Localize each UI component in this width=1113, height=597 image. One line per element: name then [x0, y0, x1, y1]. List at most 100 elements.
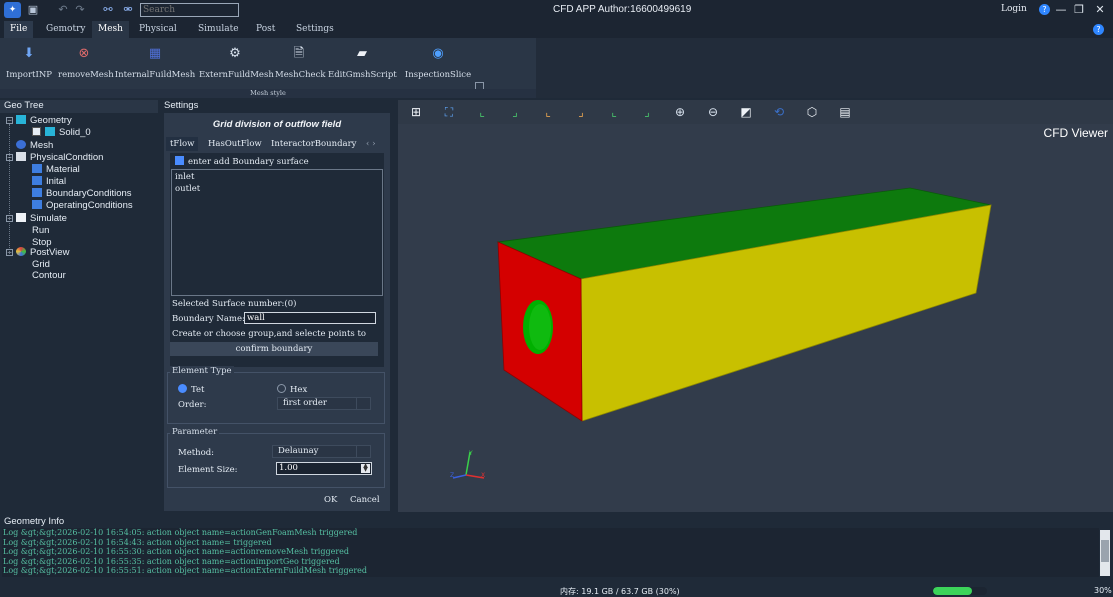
log-line: Log &gt;&gt;2026-02-10 16:55:30: action … [3, 547, 349, 556]
boundary-name-input[interactable]: wall [244, 312, 376, 324]
tree-item-grid[interactable]: Grid [32, 259, 50, 270]
redo-icon[interactable]: ↷ [73, 3, 87, 17]
tab-outflow[interactable]: tFlow [166, 137, 199, 151]
svg-text:X: X [481, 472, 485, 479]
surface-list[interactable]: inlet outlet [171, 169, 383, 296]
collapse-icon[interactable]: − [6, 154, 13, 161]
import-inp-button[interactable]: ⬇ ImportINP [6, 42, 52, 86]
hex-radio[interactable]: Hex [277, 384, 307, 395]
group-title: Element Type [170, 366, 234, 376]
log-scrollbar[interactable] [1100, 530, 1110, 576]
checkbox-checked-icon [32, 127, 41, 136]
search-input[interactable] [140, 3, 239, 17]
group-title: Parameter [170, 427, 220, 437]
internal-fluid-mesh-button[interactable]: ▦ InternalFuildMesh [114, 42, 196, 86]
tree-item-run[interactable]: Run [32, 225, 49, 236]
save-icon[interactable]: ▣ [26, 3, 40, 17]
list-item[interactable]: inlet [175, 172, 194, 182]
cancel-button[interactable]: Cancel [350, 493, 380, 507]
chevron-down-icon [356, 398, 370, 409]
tab-has-outflow[interactable]: HasOutFlow [204, 137, 266, 151]
tree-item-geometry[interactable]: Geometry [16, 115, 72, 126]
tab-simulate[interactable]: Simulate [192, 21, 245, 38]
tree-item-contour[interactable]: Contour [32, 270, 66, 281]
tab-scroll-arrows-icon[interactable]: ‹ › [362, 137, 380, 151]
extern-fluid-mesh-button[interactable]: ⚙ ExternFuildMesh [199, 42, 274, 86]
restore-icon[interactable]: ❐ [1071, 2, 1087, 18]
cfd-viewer[interactable]: ⊞ ⛶ ⌞ ⌟ ⌞ ⌟ ⌞ ⌟ ⊕ ⊖ ◩ ⟲ ⬡ ▤ CFD Viewer Y… [398, 100, 1113, 512]
tab-file[interactable]: File [4, 21, 34, 38]
scroll-thumb[interactable] [1101, 540, 1109, 562]
tab-post[interactable]: Post [250, 21, 281, 38]
collapse-icon[interactable]: − [6, 249, 13, 256]
tree-item-material[interactable]: Material [32, 164, 80, 175]
collapse-icon[interactable]: − [6, 215, 13, 222]
tet-radio[interactable]: Tet [178, 384, 204, 395]
bar-chart-icon [32, 188, 42, 197]
mesh-check-button[interactable]: 🗎 MeshCheck [275, 42, 326, 86]
confirm-boundary-button[interactable]: confirm boundary [170, 342, 378, 356]
outlet-hole-inner [529, 304, 551, 350]
tree-item-initial[interactable]: Inital [32, 176, 66, 187]
chevron-down-icon [356, 446, 370, 457]
menu-bar: File Gemotry Mesh Physical Simulate Post… [0, 20, 1113, 38]
tab-gemotry[interactable]: Gemotry [40, 21, 91, 38]
bar-chart-icon [32, 200, 42, 209]
title-bar: ✦ ▣ ↶ ↷ ⚯ ⚮ CFD APP Author:16600499619 L… [0, 0, 1113, 20]
list-item[interactable]: outlet [175, 184, 200, 194]
log-line: Log &gt;&gt;2026-02-10 16:54:43: action … [3, 537, 272, 547]
folder-icon: ▰ [357, 46, 367, 61]
progress-text: 30% [1094, 586, 1112, 595]
login-button[interactable]: Login [1001, 4, 1027, 14]
enter-add-checkbox[interactable]: enter add Boundary surface [175, 156, 309, 167]
tab-physical[interactable]: Physical [133, 21, 183, 38]
window-title: CFD APP Author:16600499619 [553, 4, 692, 15]
panel-title: Geometry Info [4, 516, 65, 527]
tree-item-physical[interactable]: PhysicalCondtion [16, 152, 103, 163]
unlink-icon[interactable]: ⚮ [121, 3, 135, 17]
order-select[interactable]: first order [277, 397, 371, 410]
slice-icon: ◉ [432, 46, 444, 61]
tree-item-postview[interactable]: PostView [16, 247, 69, 258]
check-icon: 🗎 [293, 46, 305, 61]
tree-item-boundary-conditions[interactable]: BoundaryConditions [32, 188, 132, 199]
physical-icon [16, 152, 26, 161]
selected-surface-label: Selected Surface number:(0) [172, 299, 297, 309]
help-icon[interactable]: ? [1093, 24, 1104, 35]
panel-title: Settings [164, 100, 199, 111]
help-icon[interactable]: ? [1039, 4, 1050, 15]
tree-item-simulate[interactable]: Simulate [16, 213, 67, 224]
status-bar: 内存: 19.1 GB / 63.7 GB (30%) 30% [0, 585, 1113, 597]
remove-mesh-button[interactable]: ⊗ removeMesh [58, 42, 114, 86]
remove-icon: ⊗ [78, 46, 90, 61]
tree-item-solid[interactable]: Solid_0 [32, 127, 91, 138]
edit-gmsh-script-button[interactable]: ▰ EditGmshScript [328, 42, 397, 86]
minimize-icon[interactable]: — [1053, 2, 1069, 18]
memory-usage: 内存: 19.1 GB / 63.7 GB (30%) [560, 587, 680, 596]
undo-icon[interactable]: ↶ [56, 3, 70, 17]
tab-interactor-boundary[interactable]: InteractorBoundary [267, 137, 360, 151]
tree-item-mesh[interactable]: Mesh [16, 140, 53, 151]
collapse-icon[interactable]: − [6, 117, 13, 124]
method-select[interactable]: Delaunay [272, 445, 371, 458]
log-output[interactable]: Log &gt;&gt;2026-02-10 16:54:05: action … [2, 528, 1099, 577]
tree-connector [9, 124, 10, 254]
internal-mesh-icon: ▦ [148, 46, 162, 61]
tab-settings[interactable]: Settings [290, 21, 340, 38]
mesh-icon [16, 140, 26, 149]
ok-button[interactable]: OK [324, 493, 337, 507]
bar-chart-icon [32, 176, 42, 185]
element-size-input[interactable]: 1.00 ▲ ▼ [276, 462, 372, 475]
link-icon[interactable]: ⚯ [101, 3, 115, 17]
geo-tree-panel: Geo Tree − Geometry Solid_0 Mesh − Physi… [0, 100, 158, 512]
app-logo-icon: ✦ [4, 2, 21, 18]
spinner-icon[interactable]: ▲ ▼ [361, 463, 370, 473]
tab-mesh[interactable]: Mesh [92, 21, 129, 38]
axis-triad-icon: Y X Z [450, 450, 485, 479]
settings-form: Grid division of outflow field tFlow Has… [164, 113, 390, 511]
inspection-slice-button[interactable]: ◉ InspectionSlice [402, 42, 474, 86]
tree-item-operating-conditions[interactable]: OperatingConditions [32, 200, 133, 211]
method-label: Method: [178, 448, 215, 458]
close-icon[interactable]: ✕ [1092, 2, 1108, 18]
geometry-icon [16, 115, 26, 124]
